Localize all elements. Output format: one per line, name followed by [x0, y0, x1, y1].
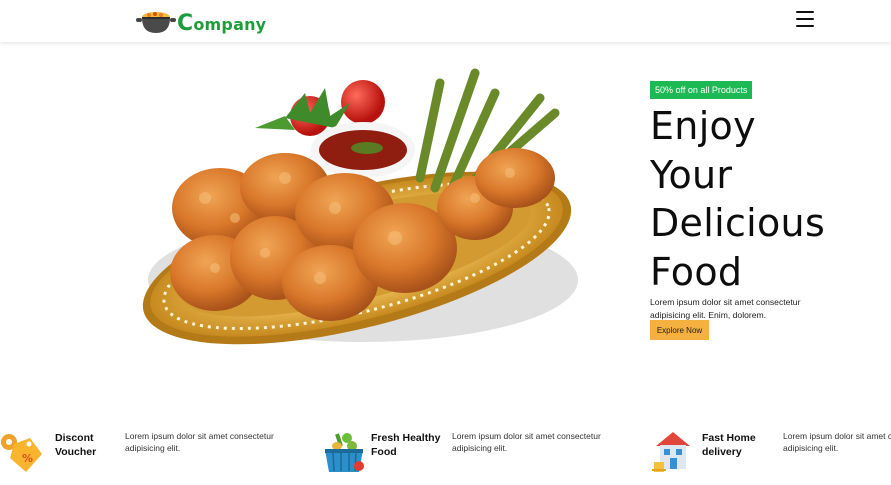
feature-title: Fast Home delivery — [702, 432, 756, 458]
hero-title: Enjoy Your Delicious Food — [650, 104, 826, 294]
company-logo[interactable]: Company — [135, 6, 266, 36]
vegetable-basket-icon — [325, 433, 364, 472]
feature-title: Discont Voucher — [55, 432, 97, 458]
page: Company 50% off on all Products Enjoy Yo… — [0, 0, 891, 485]
feature-description: Lorem ipsum dolor sit amet consectetur a… — [125, 431, 274, 453]
explore-now-button[interactable]: Explore Now — [650, 320, 709, 340]
discount-tag-icon: % — [1, 434, 42, 472]
feature-title: Fresh Healthy Food — [371, 432, 441, 458]
feature-discount-voucher: % Discont Voucher Lorem ipsum dolor sit … — [0, 426, 300, 478]
fried-chicken-plate-image — [142, 68, 578, 345]
svg-text:%: % — [22, 452, 33, 465]
hero-description: Lorem ipsum dolor sit amet consectetur a… — [650, 297, 801, 320]
feature-description: Lorem ipsum dolor sit amet consectetur a… — [783, 431, 891, 453]
hamburger-menu-icon[interactable] — [793, 8, 817, 30]
feature-fresh-healthy-food: Fresh Healthy Food Lorem ipsum dolor sit… — [320, 426, 620, 478]
site-header: Company — [0, 0, 891, 42]
home-delivery-icon — [652, 432, 690, 472]
feature-description: Lorem ipsum dolor sit amet consectetur a… — [452, 431, 601, 453]
feature-fast-home-delivery: Fast Home delivery Lorem ipsum dolor sit… — [650, 426, 891, 478]
discount-badge: 50% off on all Products — [650, 81, 753, 99]
company-name: Company — [177, 10, 267, 36]
cooking-pot-icon — [136, 12, 176, 33]
